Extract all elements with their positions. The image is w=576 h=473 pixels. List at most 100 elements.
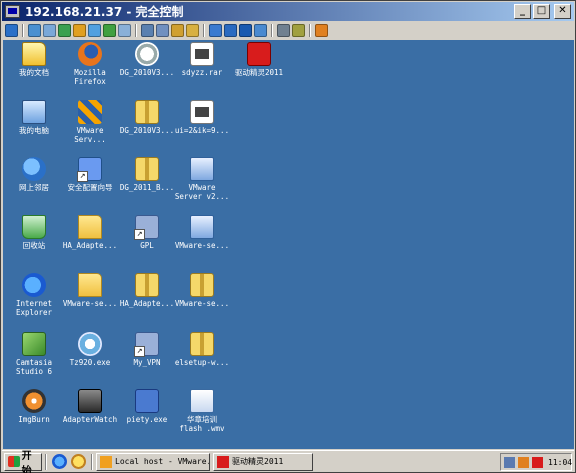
desktop-icon[interactable]: VMware-se... — [171, 215, 233, 250]
vmware-tray-icon[interactable] — [518, 456, 529, 468]
blue-square-icon[interactable] — [239, 24, 252, 37]
internet-explorer-icon — [22, 273, 46, 297]
monitor-icon[interactable] — [5, 24, 18, 37]
desktop-icon[interactable]: VMware-se... — [59, 273, 121, 308]
desktop-icon[interactable]: GPL — [116, 215, 178, 250]
desktop-icon-label: piety.exe — [126, 415, 168, 424]
desktop-icon-label: Mozilla Firefox — [74, 68, 106, 86]
gpl-icon — [134, 215, 159, 240]
desktop-icon-label: 我的电脑 — [19, 126, 49, 135]
title-bar[interactable]: 192.168.21.37 - 完全控制 _ □ ✕ — [2, 2, 574, 21]
desktop-icon[interactable]: 网上邻居 — [3, 157, 65, 192]
desktop-icon[interactable]: My_VPN — [116, 332, 178, 367]
start-label: 开始 — [21, 450, 32, 473]
desktop-icon[interactable]: HA_Adapte... — [59, 215, 121, 250]
upload-icon[interactable] — [141, 24, 154, 37]
desktop-icon[interactable]: Tz920.exe — [59, 332, 121, 367]
window-icon[interactable] — [209, 24, 222, 37]
desktop-icon[interactable]: elsetup-w... — [171, 332, 233, 367]
desktop-icon[interactable]: DG_2010V3... — [116, 42, 178, 77]
desktop-icon-label: VMware-se... — [174, 299, 230, 308]
task-buttons: Local host - VMware... 驱动精灵2011 — [96, 452, 316, 471]
remote-desktop[interactable]: 我的文档 Mozilla Firefox DG_2010V3... sdyzz.rar… — [3, 40, 574, 449]
desktop-icon[interactable]: AdapterWatch — [59, 389, 121, 424]
desktop-icon[interactable]: 我的电脑 — [3, 100, 65, 135]
chat-icon[interactable] — [58, 24, 71, 37]
desktop-icon-label: 驱动精灵2011 — [234, 68, 284, 77]
taskbar-separator — [91, 453, 93, 470]
desktop-icon[interactable]: sdyzz.rar — [171, 42, 233, 77]
refresh-icon[interactable] — [254, 24, 267, 37]
desktop-icon-label: 我的文档 — [19, 68, 49, 77]
disk-icon[interactable] — [171, 24, 184, 37]
taskbar-task-button[interactable]: 驱动精灵2011 — [213, 452, 313, 471]
desktop-icon[interactable]: 回收站 — [3, 215, 65, 250]
desktop-icon[interactable]: 我的文档 — [3, 42, 65, 77]
taskbar-task-button[interactable]: Local host - VMware... — [96, 452, 210, 471]
desktop-icon-label: HA_Adapte... — [119, 299, 175, 308]
window-title: 192.168.21.37 - 完全控制 — [25, 5, 184, 19]
dg-app-icon — [135, 42, 159, 66]
system-tray: 11:04 — [500, 453, 572, 471]
message-icon[interactable] — [118, 24, 131, 37]
mail-icon[interactable] — [43, 24, 56, 37]
desktop-icon[interactable]: 驱动精灵2011 — [228, 42, 290, 77]
desktop-icon[interactable]: DG_2010V3... — [116, 100, 178, 135]
desktop-icon-label: DG_2010V3... — [119, 68, 175, 77]
adapter-watch-icon — [78, 389, 102, 413]
exit-icon[interactable] — [315, 24, 328, 37]
lock-icon[interactable] — [73, 24, 86, 37]
desktop-icon[interactable]: VMware Serv... — [59, 100, 121, 144]
toolbar-separator — [309, 24, 311, 37]
desktop-icon[interactable]: DG_2011_B... — [116, 157, 178, 192]
desktop-icon-label: 华章培训 flash .wmv — [179, 415, 225, 433]
screen-icon[interactable] — [28, 24, 41, 37]
settings-icon[interactable] — [277, 24, 290, 37]
zip-folder-icon — [135, 273, 159, 297]
folder-icon — [78, 273, 102, 297]
toolbar-separator — [271, 24, 273, 37]
desktop-icon[interactable]: ui=2&ik=9... — [171, 100, 233, 135]
desktop-icon[interactable]: piety.exe — [116, 389, 178, 424]
driver-genius-tray-icon[interactable] — [532, 456, 543, 468]
imgburn-icon — [22, 389, 46, 413]
desktop-icon[interactable]: HA_Adapte... — [116, 273, 178, 308]
setup-exe-icon — [78, 332, 102, 356]
desktop-icon[interactable]: ImgBurn — [3, 389, 65, 424]
quick-launch-ie-icon[interactable] — [52, 454, 67, 469]
tray-icons — [504, 456, 543, 468]
driver-genius-icon — [247, 42, 271, 66]
windows-flag-icon — [8, 456, 20, 467]
desktop-icon-label: My_VPN — [133, 358, 161, 367]
transfer-icon[interactable] — [88, 24, 101, 37]
desktop-icon[interactable]: VMware-se... — [171, 273, 233, 308]
phone-icon[interactable] — [103, 24, 116, 37]
zip-folder-icon — [135, 157, 159, 181]
speaker-icon[interactable] — [504, 456, 515, 468]
close-button[interactable]: ✕ — [554, 4, 571, 19]
minimize-button[interactable]: _ — [514, 4, 531, 19]
driver-genius-task-icon — [217, 455, 229, 468]
maximize-button[interactable]: □ — [533, 4, 550, 19]
desktop-icon[interactable]: Mozilla Firefox — [59, 42, 121, 86]
lock2-icon[interactable] — [186, 24, 199, 37]
remote-control-icon — [5, 5, 20, 18]
network-icon[interactable] — [156, 24, 169, 37]
desktop-icon-label: ui=2&ik=9... — [174, 126, 230, 135]
start-button[interactable]: 开始 — [4, 451, 42, 473]
desktop-icon[interactable]: 安全配置向导 — [59, 157, 121, 192]
toolbar-separator — [22, 24, 24, 37]
toolbar-separator — [203, 24, 205, 37]
desktop-icon[interactable]: VMware Server v2... — [171, 157, 233, 201]
desktop-icon-label: DG_2011_B... — [119, 183, 175, 192]
recycle-bin-icon — [22, 215, 46, 239]
tools-icon[interactable] — [292, 24, 305, 37]
desktop-icon[interactable]: 华章培训 flash .wmv — [171, 389, 233, 433]
video-file-icon — [190, 389, 214, 413]
desktop-icon[interactable]: Camtasia Studio 6 — [3, 332, 65, 376]
quick-launch-desktop-icon[interactable] — [71, 454, 86, 469]
desktop-icon[interactable]: Internet Explorer — [3, 273, 65, 317]
desktop-icon-label: 网上邻居 — [19, 183, 49, 192]
fullscreen-icon[interactable] — [224, 24, 237, 37]
network-exe-icon — [135, 389, 159, 413]
